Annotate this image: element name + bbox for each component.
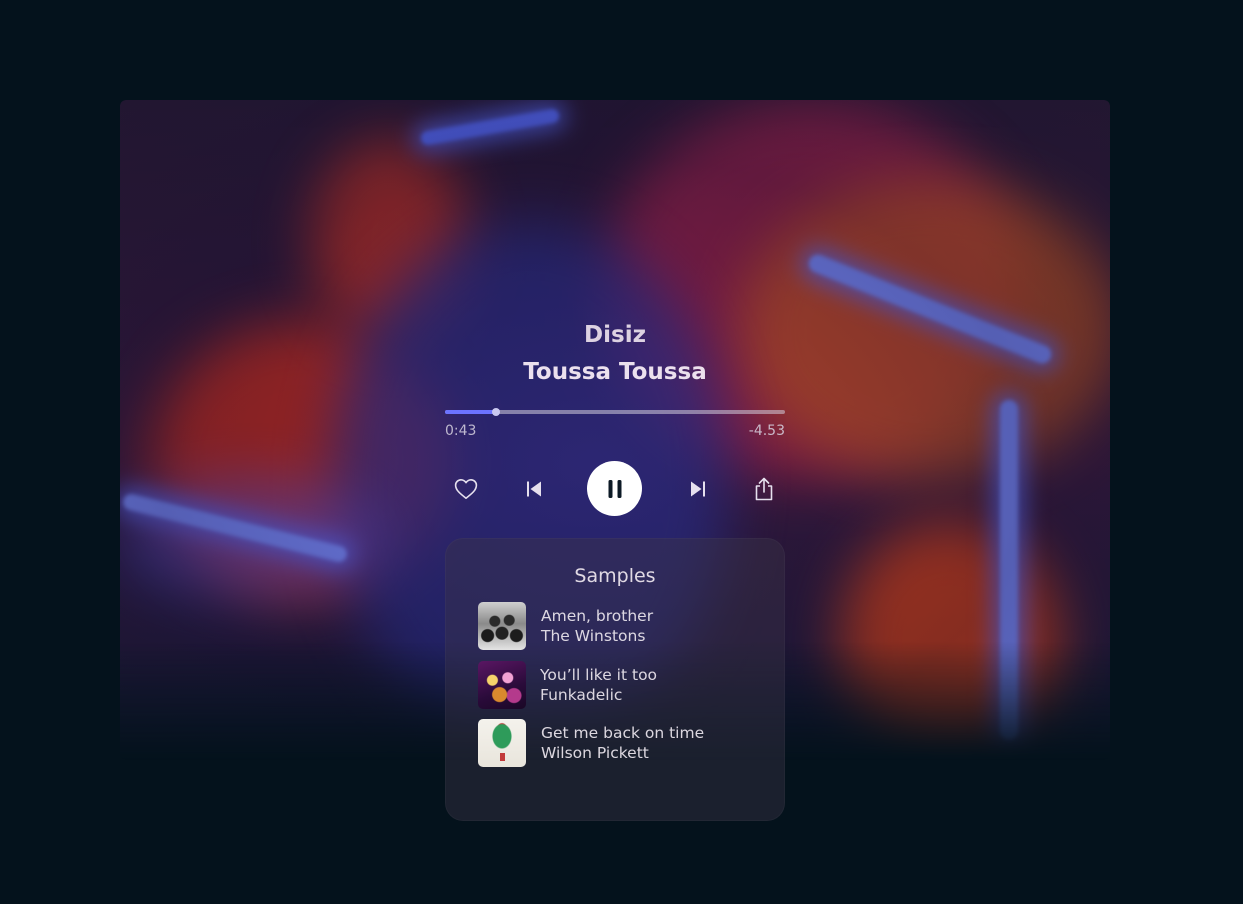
remaining-time: -4.53	[748, 423, 785, 439]
sample-title: Amen, brother	[541, 607, 654, 625]
play-pause-button[interactable]	[587, 461, 642, 516]
next-track-button[interactable]	[681, 461, 715, 517]
artist-name[interactable]: Disiz	[445, 318, 785, 352]
like-button[interactable]	[449, 461, 483, 517]
heart-icon	[454, 479, 478, 499]
sample-artist: The Winstons	[541, 627, 646, 645]
sample-cover-image	[478, 719, 526, 767]
sample-artist: Funkadelic	[540, 685, 623, 704]
sample-cover-image	[478, 602, 526, 650]
pause-icon	[608, 479, 621, 498]
track-title: Toussa Toussa	[523, 359, 707, 385]
time-readout: 0:43 -4.53	[445, 423, 785, 439]
sample-title: You’ll like it too	[540, 665, 658, 684]
app-stage: Disiz Toussa Toussa 0:43 -4.53 Samples A…	[0, 0, 1243, 904]
samples-heading: Samples	[574, 565, 656, 587]
sample-cover-image	[478, 660, 526, 709]
sample-item[interactable]: Get me back on time Wilson Pickett	[478, 719, 785, 767]
elapsed-time: 0:43	[445, 423, 477, 439]
progress-fill	[445, 410, 496, 414]
sample-item[interactable]: Amen, brother The Winstons	[478, 602, 785, 650]
samples-list: Amen, brother The Winstons You’ll like i…	[445, 602, 785, 767]
sample-artist: Wilson Pickett	[541, 744, 649, 762]
previous-track-button[interactable]	[517, 461, 551, 517]
now-playing-panel: Disiz Toussa Toussa 0:43 -4.53	[445, 318, 785, 517]
progress-handle[interactable]	[492, 408, 500, 416]
sample-title: Get me back on time	[541, 724, 705, 742]
progress-bar[interactable]	[445, 408, 785, 416]
skip-next-icon	[691, 481, 705, 497]
samples-card: Samples Amen, brother The Winstons You’l…	[445, 538, 785, 821]
skip-previous-icon	[527, 481, 541, 497]
sample-item[interactable]: You’ll like it too Funkadelic	[478, 660, 785, 709]
share-button[interactable]	[747, 461, 781, 517]
playback-controls	[445, 461, 785, 517]
share-icon	[755, 477, 773, 501]
